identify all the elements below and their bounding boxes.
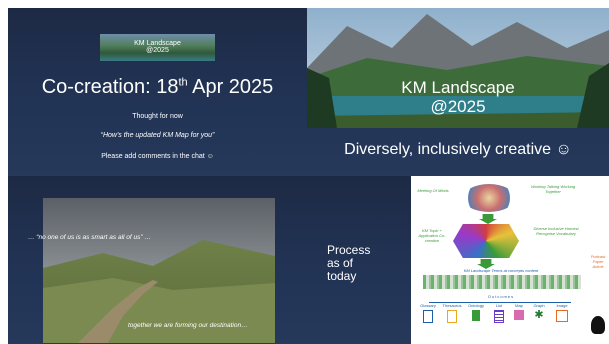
process-diagram: Meeting Of Minds Working Talking Working… [411, 176, 609, 344]
graph-icon: ✱ [534, 309, 544, 321]
podcast-label: Podcast Paper Article [590, 254, 606, 269]
title-end: Apr 2025 [187, 76, 274, 98]
outcome-image: Image [551, 303, 573, 322]
quote-top: … “no one of us is as smart as all of us… [28, 234, 151, 241]
slide-title: Co-creation: 18th Apr 2025 [8, 76, 307, 99]
list-icon [494, 310, 504, 323]
hero-title: KM Landscape [401, 78, 515, 97]
ontology-icon [472, 310, 480, 321]
slide-together-photo[interactable]: … “no one of us is as smart as all of us… [8, 176, 307, 344]
outcome-ontology: Ontology [465, 303, 487, 321]
process-line-3: today [327, 269, 357, 283]
quote-bottom: together we are forming our destination… [128, 322, 248, 329]
terms-table [423, 275, 581, 289]
thumbnail-subtitle: @2025 [146, 47, 169, 54]
cocreation-image [453, 224, 519, 258]
outcomes-label: Outcomes [487, 294, 515, 299]
process-heading: Process as of today [327, 244, 370, 283]
glossary-icon [423, 310, 433, 323]
meeting-minds-image [463, 184, 515, 212]
chat-prompt: Please add comments in the chat ☺ [101, 153, 214, 160]
tagline: Diversely, inclusively creative ☺ [344, 141, 572, 158]
outcome-graph: Graph ✱ [529, 303, 549, 321]
thought-quote: “How's the updated KM Map for you” [100, 132, 215, 139]
head-icon [591, 316, 605, 334]
km-topic-label: KM Topic + Application Co-creation [418, 228, 446, 243]
image-icon [556, 310, 568, 322]
hero-year: @2025 [430, 97, 486, 116]
title-superscript: th [178, 76, 188, 89]
outcome-glossary: Glossary [417, 303, 439, 323]
landscape-thumbnail: KM Landscape @2025 [100, 34, 215, 61]
thought-label: Thought for now [132, 113, 183, 120]
outcome-thesaurus: Thesaurus [441, 303, 463, 323]
map-icon [514, 310, 524, 320]
diverse-inclusive-label: Diverse Inclusive Harvest Recognise Voca… [533, 226, 579, 236]
slide-process[interactable]: Process as of today Meeting Of Minds Wor… [307, 176, 609, 344]
slide-co-creation[interactable]: KM Landscape @2025 Co-creation: 18th Apr… [8, 8, 307, 176]
arrow-down-icon [479, 214, 497, 224]
thesaurus-icon [447, 310, 457, 323]
working-together-label: Working Talking Working Together [530, 184, 576, 194]
outcome-list: List [489, 303, 509, 323]
landscape-terms-banner: KM Landscape Terms at concepts content [463, 268, 539, 273]
outcome-map: Map [509, 303, 529, 320]
meeting-minds-label: Meeting Of Minds [417, 188, 449, 193]
slide-km-landscape[interactable]: KM Landscape @2025 Diversely, inclusivel… [307, 8, 609, 176]
title-main: Co-creation: 18 [41, 76, 179, 98]
